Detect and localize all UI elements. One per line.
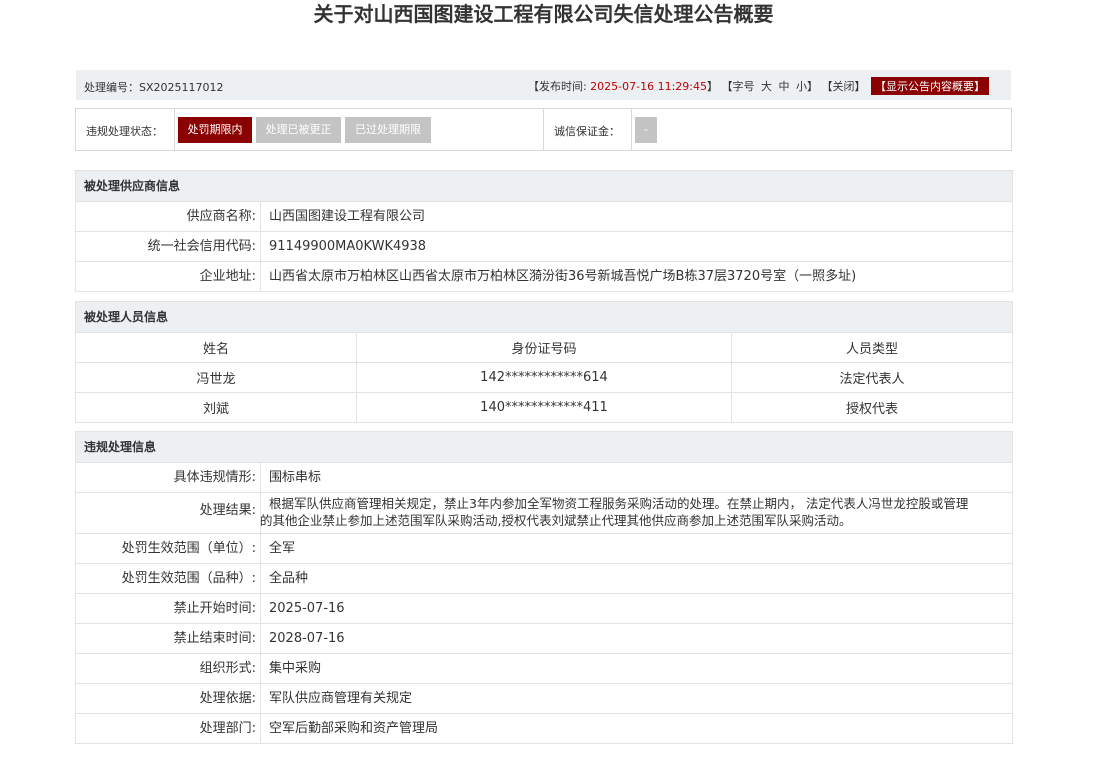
- info-bar: 处理编号：SX2025117012 【发布时间: 2025-07-16 11:2…: [76, 70, 1011, 100]
- font-size-close: 】: [807, 80, 818, 93]
- scope-category: 全品种: [269, 571, 309, 586]
- font-size-open: 【字号: [721, 80, 755, 93]
- company-address: 山西省太原市万柏林区山西省太原市万柏林区漪汾街36号新城吾悦广场B栋37层372…: [269, 269, 857, 284]
- supplier-row: 供应商名称: 山西国图建设工程有限公司: [76, 202, 1012, 232]
- ban-start-date: 2025-07-16: [269, 601, 345, 616]
- person-type: 法定代表人: [731, 362, 1012, 393]
- violation-row: 禁止结束时间: 2028-07-16: [76, 624, 1012, 654]
- table-row: 刘斌 140************411 授权代表: [76, 392, 1012, 423]
- supplier-row: 统一社会信用代码: 91149900MA0KWK4938: [76, 232, 1012, 262]
- field-label: 禁止结束时间:: [76, 624, 261, 653]
- handling-department: 空军后勤部采购和资产管理局: [269, 721, 439, 736]
- violation-row: 处理结果: 根据军队供应商管理相关规定，禁止3年内参加全军物资工程服务采购活动的…: [76, 493, 1012, 534]
- publish-suffix: 】: [707, 80, 718, 93]
- field-label: 统一社会信用代码:: [76, 232, 261, 261]
- violation-section: 违规处理信息 具体违规情形: 围标串标 处理结果: 根据军队供应商管理相关规定，…: [75, 431, 1013, 744]
- person-name: 刘斌: [76, 392, 357, 423]
- divider: [631, 109, 632, 150]
- column-header: 身份证号码: [356, 333, 732, 363]
- section-header: 被处理人员信息: [76, 302, 1012, 333]
- field-label: 具体违规情形:: [76, 463, 261, 492]
- organization-form: 集中采购: [269, 661, 322, 676]
- result-line: 根据军队供应商管理相关规定，禁止3年内参加全军物资工程服务采购活动的处理。在禁止…: [269, 496, 969, 511]
- column-header: 姓名: [76, 333, 357, 363]
- field-label: 组织形式:: [76, 654, 261, 683]
- serial-label: 处理编号：: [84, 81, 139, 94]
- violation-row: 组织形式: 集中采购: [76, 654, 1012, 684]
- credit-code: 91149900MA0KWK4938: [269, 239, 427, 254]
- ban-end-date: 2028-07-16: [269, 631, 345, 646]
- status-in-penalty-button[interactable]: 处罚期限内: [178, 117, 252, 143]
- field-label: 禁止开始时间:: [76, 594, 261, 623]
- persons-section: 被处理人员信息 姓名 身份证号码 人员类型 冯世龙 142***********…: [75, 301, 1013, 423]
- status-corrected-button[interactable]: 处理已被更正: [256, 117, 341, 143]
- field-label: 供应商名称:: [76, 202, 261, 231]
- show-summary-button[interactable]: 【显示公告内容概要】: [871, 77, 989, 95]
- deposit-value: -: [635, 117, 657, 143]
- font-medium-link[interactable]: 中: [779, 80, 790, 93]
- field-label: 处理依据:: [76, 684, 261, 713]
- persons-table: 姓名 身份证号码 人员类型 冯世龙 142************614 法定代…: [76, 333, 1012, 423]
- penalty-result: 根据军队供应商管理相关规定，禁止3年内参加全军物资工程服务采购活动的处理。在禁止…: [260, 493, 969, 533]
- publish-prefix: 【发布时间:: [527, 80, 587, 93]
- violation-type: 围标串标: [269, 470, 322, 485]
- person-id: 142************614: [356, 362, 732, 393]
- close-link[interactable]: 【关闭】: [822, 80, 866, 93]
- violation-row: 禁止开始时间: 2025-07-16: [76, 594, 1012, 624]
- info-controls: 【发布时间: 2025-07-16 11:29:45】 【字号 大 中 小】 【…: [528, 77, 989, 95]
- status-panel: 违规处理状态： 处罚期限内 处理已被更正 已过处理期限 诚信保证金： -: [75, 108, 1012, 151]
- person-type: 授权代表: [731, 392, 1012, 423]
- section-header: 违规处理信息: [76, 432, 1012, 463]
- person-name: 冯世龙: [76, 362, 357, 393]
- field-label: 处罚生效范围（品种）:: [76, 564, 261, 593]
- violation-row: 处罚生效范围（单位）: 全军: [76, 534, 1012, 564]
- field-label: 处理结果:: [76, 493, 261, 533]
- scope-unit: 全军: [269, 541, 296, 556]
- status-label: 违规处理状态：: [86, 125, 163, 138]
- field-label: 处理部门:: [76, 714, 261, 743]
- result-line: 的其他企业禁止参加上述范围军队采购活动,授权代表刘斌禁止代理其他供应商参加上述范…: [260, 513, 852, 528]
- table-header-row: 姓名 身份证号码 人员类型: [76, 333, 1012, 363]
- field-label: 企业地址:: [76, 262, 261, 291]
- deposit-label: 诚信保证金：: [554, 125, 620, 138]
- table-row: 冯世龙 142************614 法定代表人: [76, 362, 1012, 393]
- violation-row: 处罚生效范围（品种）: 全品种: [76, 564, 1012, 594]
- serial-number: 处理编号：SX2025117012: [84, 79, 224, 95]
- status-expired-button[interactable]: 已过处理期限: [345, 117, 431, 143]
- violation-row: 处理部门: 空军后勤部采购和资产管理局: [76, 714, 1012, 744]
- font-small-link[interactable]: 小: [796, 80, 807, 93]
- column-header: 人员类型: [731, 333, 1012, 363]
- divider: [174, 109, 175, 150]
- violation-row: 处理依据: 军队供应商管理有关规定: [76, 684, 1012, 714]
- field-label: 处罚生效范围（单位）:: [76, 534, 261, 563]
- violation-row: 具体违规情形: 围标串标: [76, 463, 1012, 493]
- font-large-link[interactable]: 大: [761, 80, 772, 93]
- divider: [543, 109, 544, 150]
- supplier-section: 被处理供应商信息 供应商名称: 山西国图建设工程有限公司 统一社会信用代码: 9…: [75, 170, 1013, 292]
- serial-value: SX2025117012: [139, 81, 224, 94]
- supplier-name: 山西国图建设工程有限公司: [269, 209, 426, 224]
- page-title: 关于对山西国图建设工程有限公司失信处理公告概要: [313, 2, 774, 26]
- supplier-row: 企业地址: 山西省太原市万柏林区山西省太原市万柏林区漪汾街36号新城吾悦广场B栋…: [76, 262, 1012, 292]
- section-header: 被处理供应商信息: [76, 171, 1012, 202]
- legal-basis: 军队供应商管理有关规定: [269, 691, 413, 706]
- publish-time: 2025-07-16 11:29:45: [590, 80, 707, 93]
- person-id: 140************411: [356, 392, 732, 423]
